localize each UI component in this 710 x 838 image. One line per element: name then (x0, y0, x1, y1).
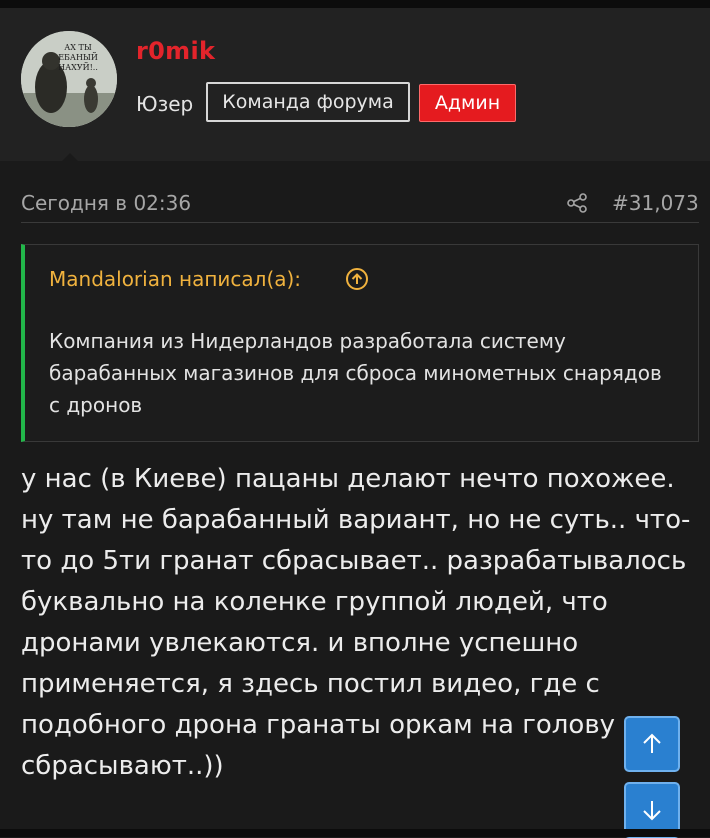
quote-author[interactable]: Mandalorian написал(а): (49, 267, 301, 291)
username[interactable]: r0mik (136, 37, 215, 65)
admin-badge: Админ (419, 84, 516, 122)
bottom-strip (0, 829, 710, 837)
arrow-down-icon (643, 801, 661, 821)
scroll-top-button[interactable] (624, 716, 680, 772)
arrow-up-circle-icon[interactable] (345, 267, 369, 291)
top-strip (0, 0, 710, 8)
post-number[interactable]: #31,073 (612, 191, 699, 215)
quote-block: Mandalorian написал(а): Компания из Ниде… (21, 244, 699, 442)
share-icon[interactable] (565, 191, 589, 215)
header-notch (54, 153, 86, 169)
post-body: у нас (в Киеве) пацаны делают нечто похо… (21, 464, 691, 781)
avatar[interactable]: АХ ТЫ ЕБАНЫЙ НАХУЙ!.. (21, 31, 117, 127)
meta-divider (21, 222, 699, 223)
arrow-up-icon (643, 733, 661, 753)
post-date[interactable]: Сегодня в 02:36 (21, 191, 191, 215)
team-badge: Команда форума (206, 82, 410, 122)
avatar-caption: АХ ТЫ ЕБАНЫЙ НАХУЙ!.. (58, 43, 98, 72)
quote-text: Компания из Нидерландов разработала сист… (49, 329, 662, 417)
user-title: Юзер (136, 92, 194, 116)
post-author-header: АХ ТЫ ЕБАНЫЙ НАХУЙ!.. r0mik Юзер Команда… (0, 8, 710, 169)
